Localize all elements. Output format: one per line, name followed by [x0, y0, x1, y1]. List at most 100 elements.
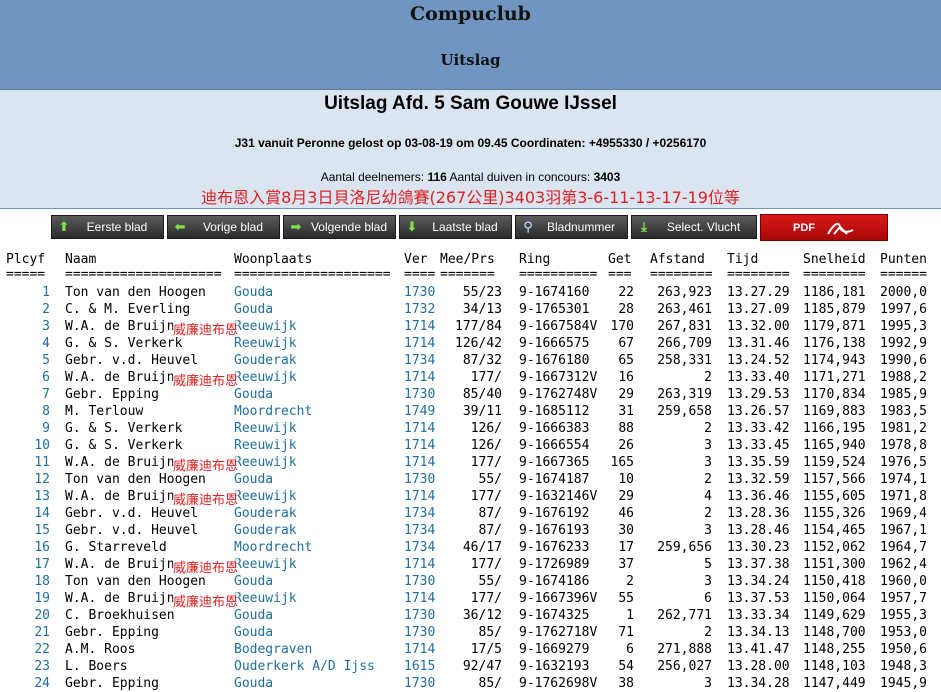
cell-ring: 9-1632146V: [519, 489, 598, 504]
pdf-button[interactable]: PDF: [760, 214, 888, 241]
cell-ver: 1730: [404, 625, 436, 640]
cell-afstand: 267,831: [657, 319, 712, 334]
cell-punten: 1985,9: [880, 387, 927, 402]
cell-mee-prs: 126/: [470, 421, 502, 436]
cell-afstand: 259,656: [657, 540, 712, 555]
cell-woonplaats: Gouda: [234, 285, 274, 300]
table-separator-row: ===== ==================== ===============…: [0, 267, 941, 284]
column-header-afstand: Afstand: [650, 252, 705, 267]
race-info: J31 vanuit Peronne gelost op 03-08-19 om…: [234, 136, 707, 150]
cell-ver: 1732: [404, 302, 436, 317]
table-row: 16 G. Starreveld Moordrecht 1734 46/17 9-1676…: [0, 540, 941, 557]
cell-ver: 1714: [404, 421, 436, 436]
column-header-woonplaats: Woonplaats: [234, 252, 313, 267]
table-row: 7 Gebr. Epping Gouda 1730 85/40 9-1762748V 29 2…: [0, 387, 941, 404]
cell-plcyf: 20: [34, 608, 50, 623]
cell-tijd: 13.31.46: [727, 336, 790, 351]
table-row: 6 W.A. de Bruijn Reeuwijk 1714 177/9-1667312…: [0, 370, 941, 389]
separator-woonplaats: ====================: [234, 267, 391, 282]
cell-punten: 1983,5: [880, 404, 927, 419]
cell-mee-prs: 85/: [478, 625, 502, 640]
cell-plcyf: 19: [34, 591, 50, 606]
cell-plcyf: 17: [34, 557, 50, 572]
table-row: 13 W.A. de Bruijn Reeuwijk 1714 177/9-163214…: [0, 489, 941, 508]
cell-punten: 1960,0: [880, 574, 927, 589]
cell-afstand: 256,027: [657, 659, 712, 674]
cell-snelheid: 1157,566: [803, 472, 866, 487]
table-row: 9 G. & S. Verkerk Reeuwijk 1714 126/9-166638…: [0, 421, 941, 438]
separator-ver: ====: [404, 267, 436, 282]
select-flight-button[interactable]: ⤓ Select. Vlucht: [631, 215, 757, 239]
column-header-snelheid: Snelheid: [803, 252, 866, 267]
cell-tijd: 13.24.52: [727, 353, 790, 368]
cell-tijd: 13.34.28: [727, 676, 790, 691]
table-row: 21 Gebr. Epping Gouda 1730 85/9-1762718V 71 2 1…: [0, 625, 941, 642]
cell-woonplaats: Gouda: [234, 302, 274, 317]
table-row: 19 W.A. de Bruijn Reeuwijk 1714 177/9-166739…: [0, 591, 941, 610]
cell-punten: 1962,4: [880, 557, 927, 572]
cell-get: 29: [618, 387, 634, 402]
cell-get: 2: [626, 574, 634, 589]
cell-mee-prs: 87/: [478, 523, 502, 538]
cell-snelheid: 1159,524: [803, 455, 866, 470]
cell-snelheid: 1155,605: [803, 489, 866, 504]
cell-afstand: 263,319: [657, 387, 712, 402]
cell-woonplaats: Moordrecht: [234, 540, 313, 555]
cell-naam: C. & M. Everling: [65, 302, 191, 317]
cell-ring: 9-1762718V: [519, 625, 598, 640]
cell-ver: 1730: [404, 472, 436, 487]
cell-ver: 1734: [404, 506, 436, 521]
cell-mee-prs: 17/5: [470, 642, 502, 657]
cell-plcyf: 5: [42, 353, 50, 368]
cell-afstand: 3: [704, 455, 712, 470]
page-number-button[interactable]: ⚲ Bladnummer: [515, 215, 628, 239]
cell-plcyf: 23: [34, 659, 50, 674]
cell-get: 6: [626, 642, 634, 657]
cell-punten: 1967,1: [880, 523, 927, 538]
cell-mee-prs: 177/: [470, 557, 502, 572]
cell-ring: 9-1685112: [519, 404, 590, 419]
table-row: 3 W.A. de Bruijn Reeuwijk 1714 177/84 9-16675…: [0, 319, 941, 338]
cell-ver: 1730: [404, 676, 436, 691]
cell-plcyf: 6: [42, 370, 50, 385]
cell-plcyf: 4: [42, 336, 50, 351]
cell-punten: 1950,6: [880, 642, 927, 657]
cell-punten: 1976,5: [880, 455, 927, 470]
table-row: 2 C. & M. Everling Gouda 1732 34/13 9-1765301…: [0, 302, 941, 319]
next-page-button[interactable]: ➡ Volgende blad: [283, 215, 396, 239]
last-page-button[interactable]: ⬇ Laatste blad: [399, 215, 512, 239]
column-header-tijd: Tijd: [727, 252, 759, 267]
cell-plcyf: 11: [34, 455, 50, 470]
cell-plcyf: 14: [34, 506, 50, 521]
cell-punten: 1971,8: [880, 489, 927, 504]
cell-ring: 9-1674160: [519, 285, 590, 300]
cell-get: 54: [618, 659, 634, 674]
pdf-label: PDF: [793, 221, 815, 234]
cell-ring: 9-1762698V: [519, 676, 598, 691]
cell-ring: 9-1669279: [519, 642, 590, 657]
cell-plcyf: 10: [34, 438, 50, 453]
cell-punten: 1997,6: [880, 302, 927, 317]
cell-ring: 9-1667365: [519, 455, 590, 470]
cell-naam: W.A. de Bruijn: [65, 455, 175, 470]
previous-page-button[interactable]: ⬅ Vorige blad: [167, 215, 280, 239]
cell-punten: 1964,7: [880, 540, 927, 555]
cell-naam: G. Starreveld: [65, 540, 167, 555]
cell-mee-prs: 126/: [470, 438, 502, 453]
cell-ver: 1615: [404, 659, 436, 674]
cell-mee-prs: 177/: [470, 455, 502, 470]
cell-punten: 1957,7: [880, 591, 927, 606]
cell-mee-prs: 177/84: [455, 319, 502, 334]
cell-ring: 9-1667312V: [519, 370, 598, 385]
cell-naam: W.A. de Bruijn: [65, 591, 175, 606]
first-page-button[interactable]: ⬆ Eerste blad: [51, 215, 164, 239]
cell-snelheid: 1151,300: [803, 557, 866, 572]
column-header-mee-prs: Mee/Prs: [440, 252, 495, 267]
cell-punten: 1945,9: [880, 676, 927, 691]
column-header-punten: Punten: [880, 252, 927, 267]
cell-ver: 1730: [404, 574, 436, 589]
cell-plcyf: 2: [42, 302, 50, 317]
cell-punten: 1990,6: [880, 353, 927, 368]
cell-afstand: 263,461: [657, 302, 712, 317]
cell-woonplaats: Reeuwijk: [234, 489, 297, 504]
